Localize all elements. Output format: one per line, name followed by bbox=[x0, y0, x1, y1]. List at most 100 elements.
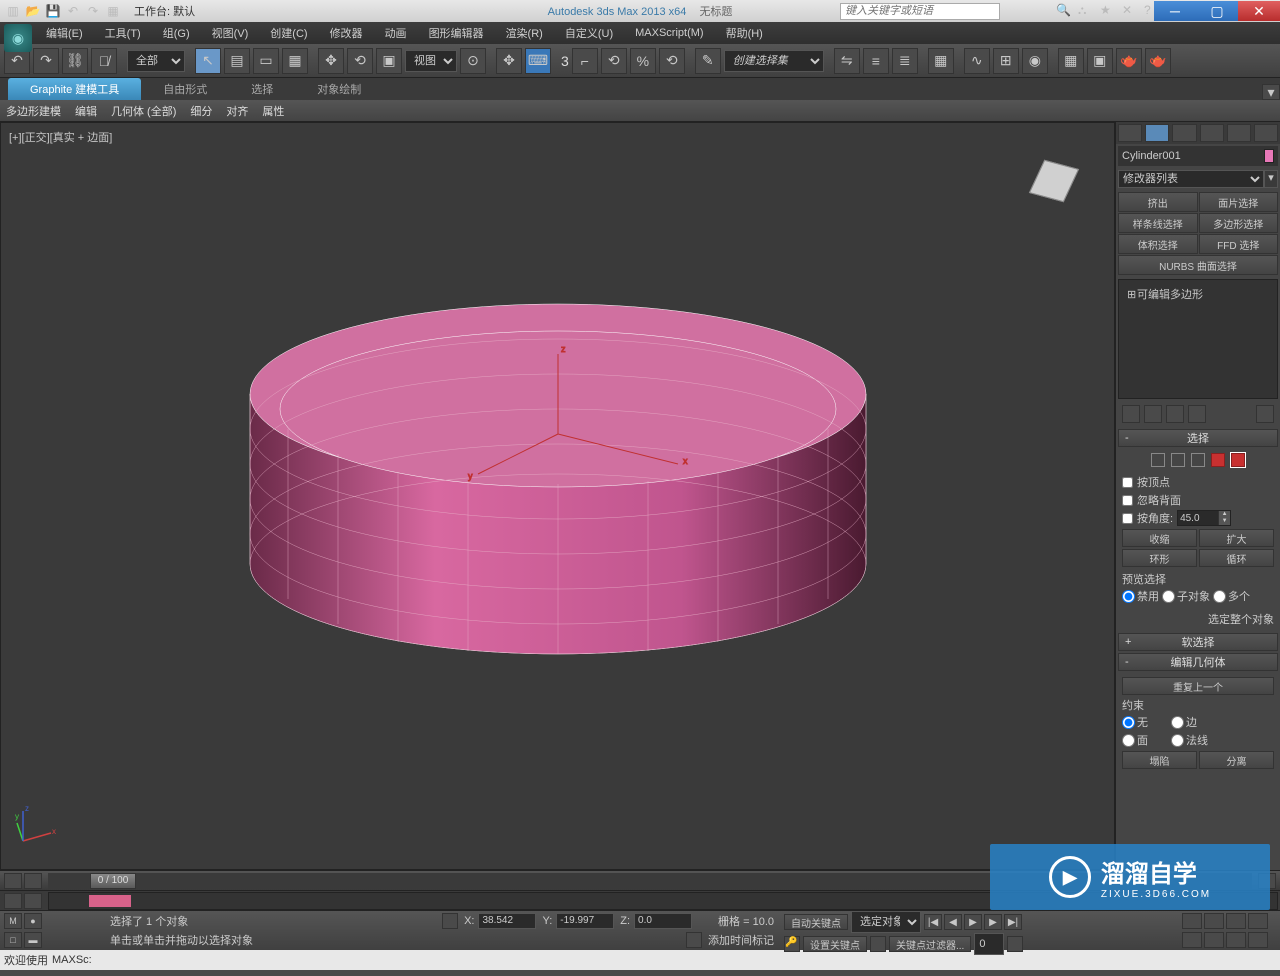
display-tab-icon[interactable] bbox=[1227, 124, 1251, 142]
loop-button[interactable]: 循环 bbox=[1199, 549, 1274, 567]
keyboard-shortcut-toggle[interactable]: ⌨ bbox=[525, 48, 551, 74]
hierarchy-tab-icon[interactable] bbox=[1172, 124, 1196, 142]
polygon-level-icon[interactable] bbox=[1211, 453, 1225, 467]
zoom-all-icon[interactable] bbox=[1204, 913, 1224, 929]
menu-maxscript[interactable]: MAXScript(M) bbox=[625, 25, 713, 41]
mirror-button[interactable]: ⇋ bbox=[834, 48, 860, 74]
mod-patch-select[interactable]: 面片选择 bbox=[1199, 192, 1279, 212]
unlink-button[interactable]: ⛓̸ bbox=[91, 48, 117, 74]
lock-selection-icon[interactable] bbox=[442, 913, 458, 929]
mod-extrude[interactable]: 挤出 bbox=[1118, 192, 1198, 212]
ribbon-minimize-icon[interactable]: ▾ bbox=[1262, 84, 1280, 100]
edge-level-icon[interactable] bbox=[1171, 453, 1185, 467]
key-filters-button[interactable]: 关键点过滤器... bbox=[889, 936, 971, 952]
modifier-list-dropdown-icon[interactable]: ▾ bbox=[1264, 170, 1278, 188]
maximize-button[interactable]: ▢ bbox=[1196, 1, 1238, 21]
use-pivot-center-button[interactable]: ⊙ bbox=[460, 48, 486, 74]
favorite-icon[interactable]: ★ bbox=[1100, 3, 1116, 19]
snap-toggle[interactable]: ⌐ bbox=[572, 48, 598, 74]
preview-off-radio[interactable] bbox=[1122, 590, 1135, 603]
window-crossing-button[interactable]: ▦ bbox=[282, 48, 308, 74]
menu-animation[interactable]: 动画 bbox=[375, 23, 417, 43]
element-level-icon[interactable] bbox=[1231, 453, 1245, 467]
macro-recorder-icon[interactable]: ● bbox=[24, 913, 42, 929]
render-production-button[interactable]: 🫖 bbox=[1116, 48, 1142, 74]
zoom-extents-icon[interactable] bbox=[1226, 913, 1246, 929]
object-color-swatch[interactable] bbox=[1264, 149, 1274, 163]
by-vertex-checkbox[interactable] bbox=[1122, 477, 1133, 488]
material-editor-button[interactable]: ◉ bbox=[1022, 48, 1048, 74]
make-unique-icon[interactable] bbox=[1166, 405, 1184, 423]
workspace-label[interactable]: 工作台: 默认 bbox=[134, 3, 195, 19]
move-button[interactable]: ✥ bbox=[318, 48, 344, 74]
time-config-icon[interactable] bbox=[1007, 936, 1023, 952]
modifier-list-select[interactable]: 修改器列表 bbox=[1118, 170, 1264, 188]
next-frame-icon[interactable]: ▶ bbox=[984, 914, 1002, 930]
orbit-icon[interactable] bbox=[1226, 932, 1246, 948]
save-icon[interactable]: 💾 bbox=[44, 2, 62, 20]
percent-snap-toggle[interactable]: % bbox=[630, 48, 656, 74]
redo-icon[interactable]: ↷ bbox=[84, 2, 102, 20]
remove-modifier-icon[interactable] bbox=[1188, 405, 1206, 423]
menu-views[interactable]: 视图(V) bbox=[202, 23, 259, 43]
listener-output-icon[interactable]: □ bbox=[4, 932, 22, 948]
ribbon-panel-align[interactable]: 对齐 bbox=[226, 103, 248, 119]
show-end-result-icon[interactable] bbox=[1144, 405, 1162, 423]
new-icon[interactable]: ▥ bbox=[4, 2, 22, 20]
set-key-icon[interactable]: 🔑 bbox=[784, 936, 800, 952]
zoom-extents-all-icon[interactable] bbox=[1248, 913, 1268, 929]
render-setup-button[interactable]: ▦ bbox=[1058, 48, 1084, 74]
ring-button[interactable]: 环形 bbox=[1122, 549, 1197, 567]
application-icon[interactable]: ◉ bbox=[4, 24, 32, 52]
rollout-edit-geometry-header[interactable]: -编辑几何体 bbox=[1118, 653, 1278, 671]
preview-subobj-radio[interactable] bbox=[1162, 590, 1175, 603]
key-filters-icon[interactable] bbox=[870, 936, 886, 952]
rollout-soft-selection-header[interactable]: +软选择 bbox=[1118, 633, 1278, 651]
timeslider-next-icon[interactable] bbox=[24, 873, 42, 889]
mod-poly-select[interactable]: 多边形选择 bbox=[1199, 213, 1279, 233]
coord-z-input[interactable] bbox=[634, 913, 692, 929]
angle-snap-toggle[interactable]: ⟲ bbox=[601, 48, 627, 74]
maximize-viewport-icon[interactable] bbox=[1248, 932, 1268, 948]
repeat-last-button[interactable]: 重复上一个 bbox=[1122, 677, 1274, 695]
goto-end-icon[interactable]: ▶| bbox=[1004, 914, 1022, 930]
rotate-button[interactable]: ⟲ bbox=[347, 48, 373, 74]
ribbon-tab-freeform[interactable]: 自由形式 bbox=[141, 78, 229, 100]
ribbon-panel-properties[interactable]: 属性 bbox=[262, 103, 284, 119]
mod-nurbs-select[interactable]: NURBS 曲面选择 bbox=[1118, 255, 1278, 275]
maxscript-mini-listener-icon[interactable]: M bbox=[4, 913, 22, 929]
viewcube[interactable] bbox=[1024, 153, 1084, 213]
spinner-down-icon[interactable]: ▼ bbox=[1218, 518, 1230, 525]
set-key-button[interactable]: 设置关键点 bbox=[803, 936, 867, 952]
motion-tab-icon[interactable] bbox=[1200, 124, 1224, 142]
goto-start-icon[interactable]: |◀ bbox=[924, 914, 942, 930]
key-marker[interactable] bbox=[89, 895, 131, 907]
menu-customize[interactable]: 自定义(U) bbox=[555, 23, 623, 43]
angle-value-input[interactable] bbox=[1178, 511, 1218, 525]
grow-button[interactable]: 扩大 bbox=[1199, 529, 1274, 547]
rollout-selection-header[interactable]: -选择 bbox=[1118, 429, 1278, 447]
time-slider-thumb[interactable]: 0 / 100 bbox=[90, 873, 136, 889]
utilities-tab-icon[interactable] bbox=[1254, 124, 1278, 142]
selection-filter[interactable]: 全部 bbox=[127, 50, 185, 72]
search-input[interactable] bbox=[840, 3, 1000, 20]
link-button[interactable]: ⛓ bbox=[62, 48, 88, 74]
timeslider-prev-icon[interactable] bbox=[4, 873, 22, 889]
menu-edit[interactable]: 编辑(E) bbox=[36, 23, 93, 43]
named-selection-sets[interactable]: 创建选择集 bbox=[724, 50, 824, 72]
ribbon-tab-graphite[interactable]: Graphite 建模工具 bbox=[8, 78, 141, 100]
menu-rendering[interactable]: 渲染(R) bbox=[496, 23, 553, 43]
mod-ffd-select[interactable]: FFD 选择 bbox=[1199, 234, 1279, 254]
fov-icon[interactable] bbox=[1182, 932, 1202, 948]
select-by-name-button[interactable]: ▤ bbox=[224, 48, 250, 74]
render-iterative-button[interactable]: 🫖 bbox=[1145, 48, 1171, 74]
curve-editor-button[interactable]: ∿ bbox=[964, 48, 990, 74]
ribbon-panel-edit[interactable]: 编辑 bbox=[75, 103, 97, 119]
mini-curve-editor-icon[interactable] bbox=[4, 893, 22, 909]
constraint-face-radio[interactable] bbox=[1122, 734, 1135, 747]
menu-tools[interactable]: 工具(T) bbox=[95, 23, 151, 43]
isolate-selection-icon[interactable] bbox=[686, 932, 702, 948]
ribbon-panel-polymodel[interactable]: 多边形建模 bbox=[6, 103, 61, 119]
constraint-normal-radio[interactable] bbox=[1171, 734, 1184, 747]
ignore-backfacing-checkbox[interactable] bbox=[1122, 495, 1133, 506]
